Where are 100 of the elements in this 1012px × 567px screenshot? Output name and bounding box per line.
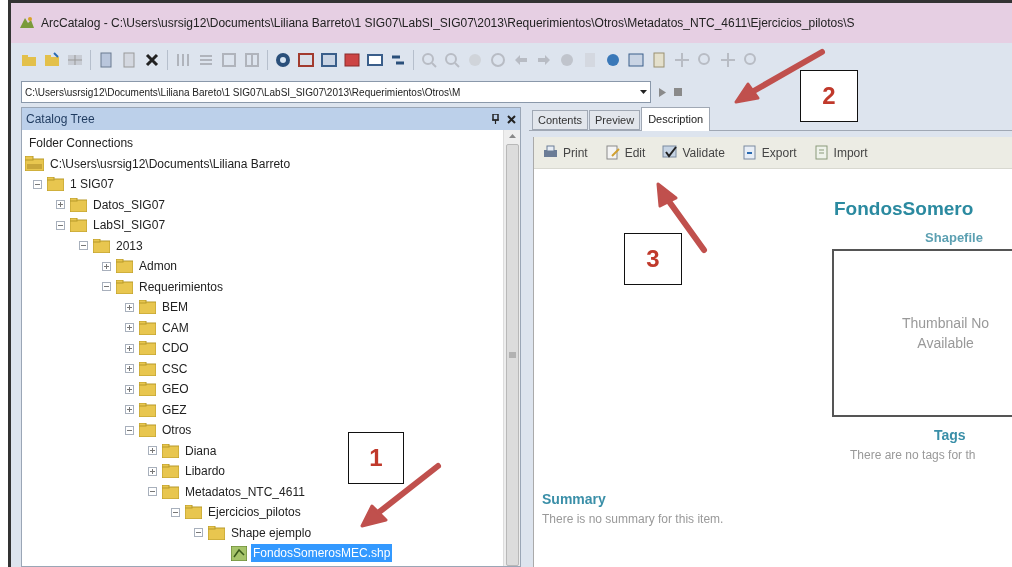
document-icon[interactable] — [98, 52, 114, 68]
toolbar-button[interactable]: Export — [740, 143, 797, 162]
tree-item[interactable]: LabSI_SIG07 — [91, 216, 168, 235]
folder-icon — [185, 505, 202, 520]
play-icon[interactable] — [659, 87, 666, 97]
collapse-toggle[interactable] — [56, 220, 65, 230]
expand-toggle[interactable] — [125, 384, 134, 394]
step-callout: 2 — [800, 70, 858, 122]
item-type: Shapefile — [925, 228, 983, 247]
tree-item[interactable]: CSC — [160, 359, 190, 378]
summary-text: There is no summary for this item. — [542, 511, 724, 528]
folder-icon — [139, 341, 156, 356]
folder-icon — [139, 382, 156, 397]
summary-heading: Summary — [542, 490, 607, 509]
pin-icon[interactable] — [492, 114, 499, 124]
thumbnail-text: Thumbnail No — [902, 314, 990, 333]
folder-icon — [116, 259, 133, 274]
address-field[interactable]: C:\Users\usrsig12\Documents\Liliana Bareto\1 SIG07\LabSI_SIG07\2013\Requerimientos\Otros\M — [21, 81, 651, 103]
document-pencil-icon — [603, 144, 621, 161]
expand-toggle[interactable] — [125, 405, 134, 415]
window-icon[interactable] — [367, 52, 383, 68]
tree-item[interactable]: Otros — [160, 421, 194, 440]
document-icon — [812, 144, 830, 161]
folder-icon — [139, 320, 156, 335]
tree-item[interactable]: 1 SIG07 — [68, 175, 117, 194]
tree-item[interactable]: BEM — [160, 298, 190, 317]
folder-icon — [70, 218, 87, 233]
folder-icon — [93, 238, 110, 253]
tree-item[interactable]: Shape ejemplo — [229, 523, 314, 542]
window-icon[interactable] — [344, 52, 360, 68]
delete-icon[interactable] — [144, 52, 160, 68]
expand-toggle[interactable] — [102, 261, 111, 271]
collapse-toggle[interactable] — [33, 179, 42, 189]
window-icon[interactable] — [321, 52, 337, 68]
panel-title: Catalog Tree — [26, 111, 96, 128]
expand-toggle[interactable] — [148, 466, 157, 476]
tree-item[interactable]: Folder Connections — [27, 134, 136, 153]
folder-icon — [208, 525, 225, 540]
toolbar-button[interactable]: Edit — [603, 143, 646, 162]
folder-icon — [116, 279, 133, 294]
tree-item[interactable]: Metadatos_NTC_4611 — [183, 482, 307, 501]
tab[interactable]: Description — [641, 107, 711, 131]
collapse-toggle[interactable] — [79, 241, 88, 251]
step-callout: 3 — [624, 233, 682, 285]
collapse-toggle[interactable] — [102, 282, 111, 292]
expand-toggle[interactable] — [125, 323, 134, 333]
tab[interactable]: Contents — [532, 110, 589, 130]
expand-toggle[interactable] — [125, 343, 134, 353]
tree-item[interactable]: Ejercicios_pilotos — [206, 503, 303, 522]
expand-toggle[interactable] — [125, 364, 134, 374]
window-icon[interactable] — [298, 52, 314, 68]
folder-icon — [139, 402, 156, 417]
grip-icon — [508, 352, 516, 358]
tree-item[interactable]: CAM — [160, 318, 191, 337]
folder-icon — [139, 423, 156, 438]
folder-icon — [70, 197, 87, 212]
tree-item[interactable]: Libardo — [183, 462, 228, 481]
window-title: ArcCatalog - C:\Users\usrsig12\Documents\Liliana Barreto\1 SIG07\LabSI_SIG07\2013\Requerimientos\Otros\Metadatos_NTC_4611\Ejercicios_pilotos\S — [41, 15, 855, 32]
folder-icon — [162, 464, 179, 479]
collapse-toggle[interactable] — [125, 425, 134, 435]
tab[interactable]: Preview — [589, 110, 641, 130]
item-title: FondosSomero — [834, 197, 974, 221]
dropdown-caret-icon[interactable] — [640, 90, 647, 94]
collapse-toggle[interactable] — [194, 528, 203, 538]
document-icon — [740, 144, 758, 161]
scroll-thumb[interactable] — [505, 144, 519, 566]
folder-icon — [162, 484, 179, 499]
folder-icon — [25, 156, 44, 172]
expand-toggle[interactable] — [148, 446, 157, 456]
scrollbar[interactable] — [503, 130, 520, 566]
expand-toggle[interactable] — [56, 200, 65, 210]
folder-icon[interactable] — [44, 52, 60, 68]
shapefile-icon — [231, 545, 247, 561]
tree-item[interactable]: Diana — [183, 441, 219, 460]
app-icon — [19, 16, 35, 30]
tree-item[interactable]: GEO — [160, 380, 191, 399]
scroll-up-icon[interactable] — [508, 134, 516, 138]
folder-icon — [47, 177, 64, 192]
tree-item[interactable]: CDO — [160, 339, 191, 358]
tree-item[interactable]: C:\Users\usrsig12\Documents\Liliana Barreto — [48, 154, 293, 173]
toolbar-button[interactable]: Import — [812, 143, 868, 162]
folder-icon — [139, 361, 156, 376]
expand-toggle[interactable] — [125, 302, 134, 312]
folder-icon — [162, 443, 179, 458]
tree-item[interactable]: 2013 — [114, 236, 145, 255]
tree-item[interactable]: Admon — [137, 257, 180, 276]
tree-item[interactable]: Datos_SIG07 — [91, 195, 168, 214]
checkmark-icon — [661, 144, 679, 161]
thumbnail-text: Available — [917, 334, 974, 353]
collapse-toggle[interactable] — [171, 507, 180, 517]
close-icon[interactable] — [507, 114, 516, 124]
toolbar-button[interactable]: Validate — [661, 143, 725, 162]
folder-icon — [139, 300, 156, 315]
tree-item[interactable]: GEZ — [160, 400, 189, 419]
tags-heading: Tags — [934, 426, 966, 445]
tags-text: There are no tags for th — [850, 447, 976, 464]
toolbar-button[interactable]: Print — [542, 143, 588, 162]
step-callout: 1 — [348, 432, 404, 484]
tree-item[interactable]: Requerimientos — [137, 277, 226, 296]
collapse-toggle[interactable] — [148, 487, 157, 497]
